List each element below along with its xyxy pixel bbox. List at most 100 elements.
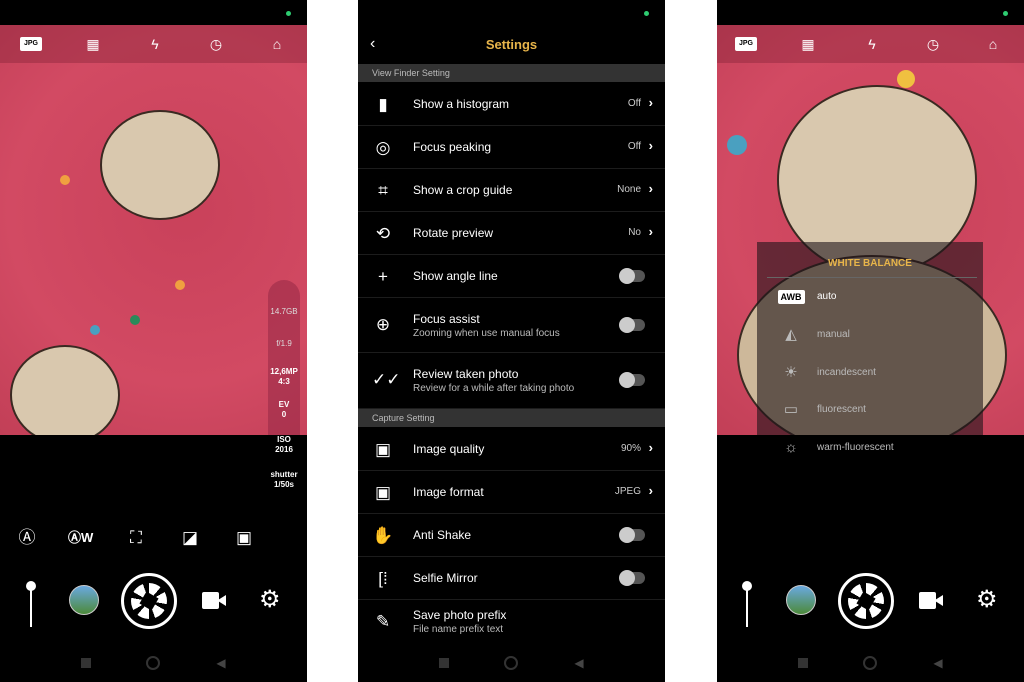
- shutter-value[interactable]: 1/50s: [262, 480, 306, 490]
- zoom-slider[interactable]: [26, 581, 36, 627]
- timer-icon[interactable]: ◷: [922, 34, 944, 54]
- nav-recents-icon[interactable]: [439, 658, 449, 668]
- double-check-icon: ✓✓: [372, 370, 401, 389]
- crop-icon: ⌗: [378, 181, 388, 200]
- toggle-switch[interactable]: [619, 268, 645, 284]
- camera-screen: JPG ▦ ϟ ◷ ⌂ 14.7GB f/1.9 12,6MP 4:3 EV 0…: [0, 0, 307, 682]
- flash-auto-icon[interactable]: ϟ: [861, 34, 883, 54]
- iso-value[interactable]: 2016: [262, 445, 306, 455]
- setting-value: JPEG: [614, 486, 641, 497]
- setting-label: Review taken photo: [413, 367, 519, 381]
- chevron-right-icon: ›: [648, 181, 653, 196]
- nav-recents-icon[interactable]: [798, 658, 808, 668]
- setting-histogram[interactable]: ▮ Show a histogram Off ›: [358, 83, 665, 126]
- exposure-compensation-icon[interactable]: ◪: [179, 527, 201, 549]
- chevron-right-icon: ›: [648, 95, 653, 110]
- nav-back-icon[interactable]: ◀: [931, 656, 945, 670]
- timer-icon[interactable]: ◷: [205, 34, 227, 54]
- setting-image-format[interactable]: ▣ Image format JPEG ›: [358, 471, 665, 514]
- nav-recents-icon[interactable]: [81, 658, 91, 668]
- setting-value: No: [628, 227, 641, 238]
- bear-pattern: [100, 110, 220, 220]
- setting-label: Anti Shake: [413, 528, 472, 542]
- setting-description: File name prefix text: [413, 624, 504, 635]
- setting-review-photo[interactable]: ✓✓ Review taken photo Review for a while a…: [358, 353, 665, 409]
- hand-icon: ✋: [372, 526, 394, 545]
- ev-value[interactable]: 0: [262, 410, 306, 420]
- focus-mode-icon[interactable]: ⛶: [125, 527, 147, 549]
- setting-crop-guide[interactable]: ⌗ Show a crop guide None ›: [358, 169, 665, 212]
- bulb-icon: ☀: [784, 364, 798, 381]
- section-header: View Finder Setting: [358, 64, 665, 82]
- setting-label: Show a histogram: [413, 97, 510, 111]
- wb-option-warm-fluorescent[interactable]: warm-fluorescent: [817, 442, 894, 453]
- setting-image-quality[interactable]: ▣ Image quality 90% ›: [358, 428, 665, 471]
- nav-home-icon[interactable]: [504, 656, 518, 670]
- setting-focus-assist[interactable]: ⊕ Focus assist Zooming when use manual foc…: [358, 298, 665, 353]
- switch-camera-icon[interactable]: ⌂: [266, 34, 288, 54]
- setting-angle-line[interactable]: + Show angle line: [358, 255, 665, 298]
- shutter-button[interactable]: [838, 573, 894, 629]
- wb-option-incandescent[interactable]: incandescent: [817, 367, 876, 378]
- grid-off-icon[interactable]: ▦: [82, 34, 104, 54]
- status-bar: [0, 0, 307, 25]
- setting-anti-shake[interactable]: ✋ Anti Shake: [358, 514, 665, 557]
- camera-white-balance-screen: JPG ▦ ϟ ◷ ⌂ WHITE BALANCE AWB auto ◭ man…: [717, 0, 1024, 682]
- grid-off-icon[interactable]: ▦: [797, 34, 819, 54]
- toggle-switch[interactable]: [619, 317, 645, 333]
- nav-back-icon[interactable]: ◀: [572, 656, 586, 670]
- setting-rotate-preview[interactable]: ⟲ Rotate preview No ›: [358, 212, 665, 255]
- ev-label[interactable]: EV: [262, 400, 306, 410]
- jpg-format-icon[interactable]: JPG: [20, 37, 42, 51]
- setting-value: 90%: [620, 443, 641, 454]
- image-icon: ▣: [374, 483, 392, 502]
- chevron-right-icon: ›: [648, 440, 653, 455]
- gallery-thumbnail[interactable]: [69, 585, 99, 615]
- status-dot: [1003, 11, 1008, 16]
- setting-description: Zooming when use manual focus: [413, 328, 560, 339]
- ratio-text: 4:3: [278, 377, 290, 386]
- status-bar: [717, 0, 1024, 25]
- manual-wb-icon: ◭: [785, 326, 797, 343]
- fluorescent-icon: ▭: [783, 401, 799, 418]
- angle-line-icon: +: [378, 267, 388, 286]
- auto-white-balance-icon[interactable]: ⒶW: [68, 527, 93, 549]
- nav-back-icon[interactable]: ◀: [214, 656, 228, 670]
- settings-gear-icon[interactable]: ⚙: [259, 588, 281, 612]
- gallery-thumbnail[interactable]: [786, 585, 816, 615]
- setting-photo-prefix[interactable]: ✎ Save photo prefix File name prefix text: [358, 600, 665, 645]
- setting-label: Rotate preview: [413, 226, 494, 240]
- shutter-button[interactable]: [121, 573, 177, 629]
- toggle-switch[interactable]: [619, 372, 645, 388]
- setting-selfie-mirror[interactable]: [⁞ Selfie Mirror: [358, 557, 665, 600]
- setting-focus-peaking[interactable]: ◎ Focus peaking Off ›: [358, 126, 665, 169]
- status-bar: [358, 0, 665, 25]
- dot: [60, 175, 70, 185]
- viewfinder[interactable]: [0, 25, 307, 435]
- pencil-icon: ✎: [375, 612, 391, 631]
- jpg-format-icon[interactable]: JPG: [735, 37, 757, 51]
- scene-mode-icon[interactable]: ▣: [233, 527, 255, 549]
- nav-home-icon[interactable]: [146, 656, 160, 670]
- video-icon[interactable]: [919, 592, 943, 609]
- auto-mode-icon[interactable]: Ⓐ: [16, 527, 38, 549]
- nav-home-icon[interactable]: [863, 656, 877, 670]
- shutter-label[interactable]: shutter: [262, 470, 306, 480]
- video-icon[interactable]: [202, 592, 226, 609]
- rotate-icon: ⟲: [375, 224, 391, 243]
- zoom-slider[interactable]: [742, 581, 752, 627]
- wb-option-manual[interactable]: manual: [817, 329, 850, 340]
- settings-gear-icon[interactable]: ⚙: [976, 588, 998, 612]
- toggle-switch[interactable]: [619, 527, 645, 543]
- setting-value: None: [617, 184, 641, 195]
- switch-camera-icon[interactable]: ⌂: [982, 34, 1004, 54]
- wb-option-auto[interactable]: auto: [817, 291, 836, 302]
- storage-text: 14.7GB: [270, 307, 298, 316]
- iso-label[interactable]: ISO: [262, 435, 306, 445]
- mirror-icon: [⁞: [378, 569, 388, 588]
- toggle-switch[interactable]: [619, 570, 645, 586]
- wb-option-fluorescent[interactable]: fluorescent: [817, 404, 866, 415]
- white-balance-title: WHITE BALANCE: [828, 258, 912, 269]
- setting-label: Focus peaking: [413, 140, 492, 154]
- flash-auto-icon[interactable]: ϟ: [144, 34, 166, 54]
